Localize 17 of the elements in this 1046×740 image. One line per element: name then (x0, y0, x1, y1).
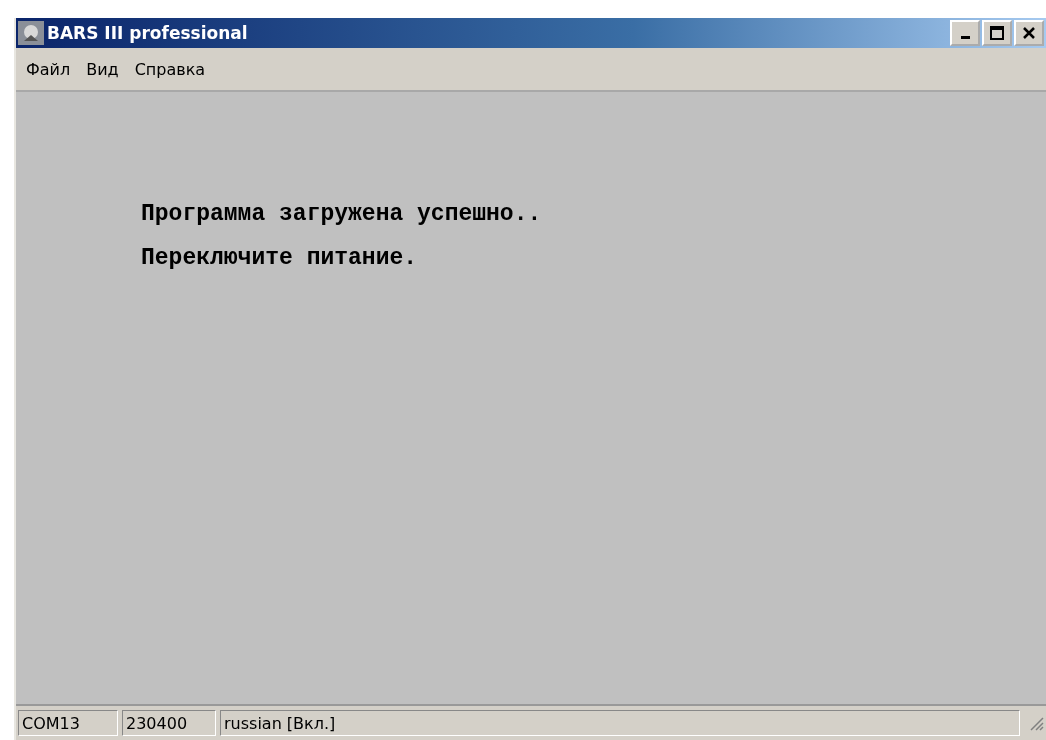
menu-item[interactable]: Справка (126, 59, 214, 79)
status-message: Программа загружена успешно.. (141, 200, 543, 229)
window-title: BARS III professional (47, 23, 249, 43)
minimize-icon (960, 35, 970, 39)
status-field: russian [Вкл.] (220, 710, 1020, 736)
app-icon (18, 21, 44, 45)
status-message: Переключите питание. (141, 244, 419, 273)
close-icon (1022, 26, 1036, 40)
menu-item[interactable]: Вид (78, 59, 127, 79)
menu-item[interactable]: Файл (18, 59, 79, 79)
status-field: 230400 (122, 710, 216, 736)
status-field: COM13 (18, 710, 118, 736)
resize-grip-icon[interactable] (1028, 715, 1044, 731)
maximize-icon (990, 26, 1004, 40)
close-button[interactable] (1014, 20, 1044, 46)
maximize-button[interactable] (982, 20, 1012, 46)
minimize-button[interactable] (950, 20, 980, 46)
